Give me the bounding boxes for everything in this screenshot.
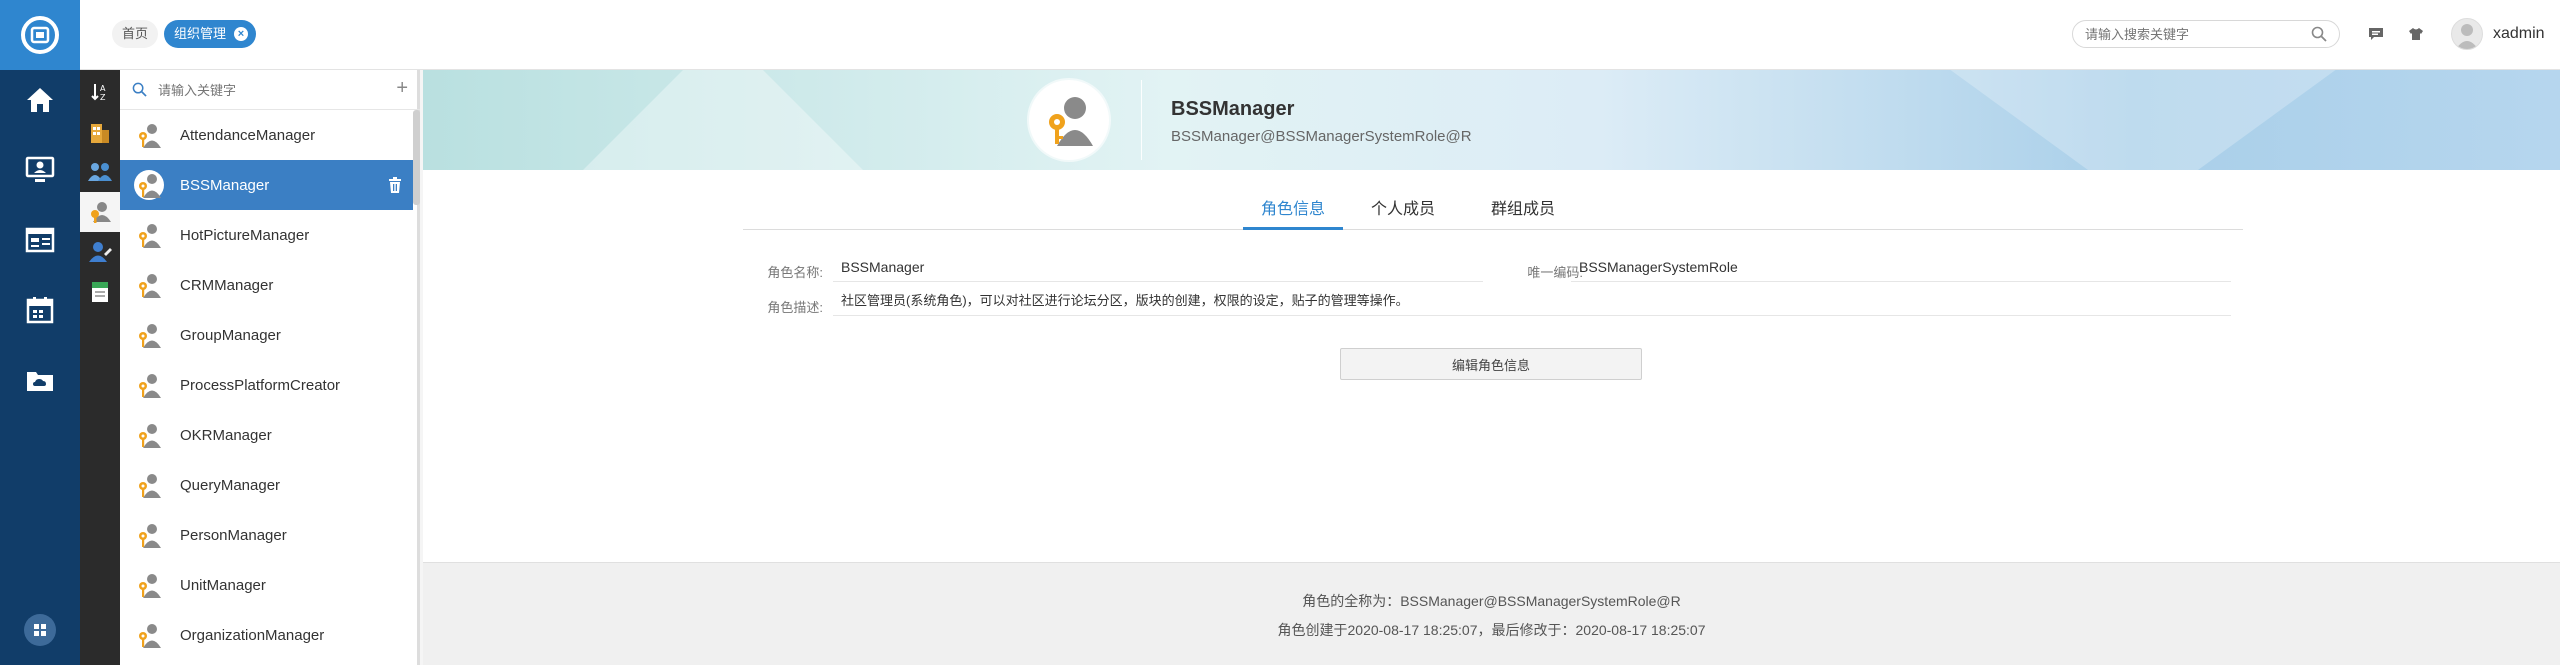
group-icon[interactable]: [80, 152, 120, 192]
list-scrollbar[interactable]: [413, 110, 420, 205]
list-item[interactable]: GroupManager: [120, 310, 413, 360]
tab-person-members[interactable]: 个人成员: [1353, 198, 1453, 230]
role-desc-label: 角色描述:: [767, 300, 823, 315]
detail-tabs: 角色信息 个人成员 群组成员: [743, 198, 2243, 230]
app-root: AZ 首页 组织管理 × 请输入搜索关键字 xadmin 请输入关键字 + At…: [0, 0, 2560, 665]
document-icon[interactable]: [80, 272, 120, 312]
list-item-label: UnitManager: [180, 576, 266, 594]
role-icon: [1049, 97, 1093, 146]
role-name-label: 角色名称:: [767, 265, 823, 280]
role-desc-value: 社区管理员(系统角色)，可以对社区进行论坛分区，版块的创建，权限的设定，贴子的管…: [833, 290, 2231, 316]
person-edit-icon[interactable]: [80, 232, 120, 272]
global-search-input[interactable]: [2085, 21, 2305, 47]
role-icon: [134, 320, 164, 350]
list-item[interactable]: BSSManager: [120, 160, 413, 210]
list-item-label: CRMManager: [180, 276, 274, 294]
role-banner: BSSManager BSSManager@BSSManagerSystemRo…: [423, 70, 2560, 170]
board-icon[interactable]: [0, 210, 80, 270]
role-icon: [134, 220, 164, 250]
list-item[interactable]: HotPictureManager: [120, 210, 413, 260]
role-distinguished-name: BSSManager@BSSManagerSystemRole@R: [1171, 128, 1472, 145]
global-search: [2072, 20, 2340, 48]
role-code-value: BSSManagerSystemRole: [1571, 256, 2231, 282]
search-icon[interactable]: [2311, 26, 2327, 47]
role-name-value: BSSManager: [833, 256, 1483, 282]
delete-icon[interactable]: [387, 176, 403, 199]
tab-org-management[interactable]: 组织管理 ×: [164, 20, 257, 48]
list-item-label: OrganizationManager: [180, 626, 325, 644]
list-item-label: OKRManager: [180, 426, 272, 444]
list-item-label: QueryManager: [180, 476, 281, 494]
theme-shirt-icon[interactable]: [2406, 24, 2426, 44]
role-icon: [134, 570, 164, 600]
role-list-panel: + AttendanceManager BSSManager HotPictureM…: [120, 70, 420, 665]
list-item[interactable]: CRMManager: [120, 260, 413, 310]
list-item-label: GroupManager: [180, 326, 281, 344]
role-search: +: [120, 70, 420, 110]
tab-role-info[interactable]: 角色信息: [1243, 198, 1343, 230]
role-icon: [134, 120, 164, 150]
main-nav-rail: [0, 0, 80, 665]
org-sub-nav: AZ: [80, 70, 120, 665]
footer-timestamps: 角色创建于2020-08-17 18:25:07，最后修改于：2020-08-1…: [1277, 622, 1706, 638]
role-avatar: [1029, 80, 1109, 160]
home-icon[interactable]: [0, 70, 80, 130]
list-item[interactable]: AttendanceManager: [120, 110, 413, 160]
close-tab-icon[interactable]: ×: [234, 27, 249, 41]
building-icon[interactable]: [80, 112, 120, 152]
cloud-folder-icon[interactable]: [0, 350, 80, 410]
list-item-label: PersonManager: [180, 526, 287, 544]
sort-icon[interactable]: AZ: [80, 72, 120, 112]
calendar-icon[interactable]: [0, 280, 80, 340]
role-icon[interactable]: [80, 192, 120, 232]
role-footer: 角色的全称为：BSSManager@BSSManagerSystemRole@R…: [423, 562, 2560, 665]
list-item-label: ProcessPlatformCreator: [180, 376, 341, 394]
role-icon: [134, 520, 164, 550]
list-item[interactable]: QueryManager: [120, 460, 413, 510]
role-name-title: BSSManager: [1171, 98, 1295, 120]
app-logo[interactable]: [0, 0, 80, 70]
monitor-user-icon[interactable]: [0, 140, 80, 200]
svg-text:A: A: [100, 84, 106, 93]
tab-org-management-label: 组织管理: [174, 26, 227, 41]
apps-grid-button[interactable]: [24, 614, 56, 646]
avatar: [2451, 18, 2483, 50]
role-icon: [134, 620, 164, 650]
edit-role-button[interactable]: 编辑角色信息: [1340, 348, 1642, 380]
footer-full-name: 角色的全称为：BSSManager@BSSManagerSystemRole@R: [1302, 593, 1681, 609]
tab-home[interactable]: 首页: [112, 20, 159, 48]
role-icon: [134, 170, 164, 200]
svg-text:Z: Z: [100, 93, 106, 102]
role-detail: BSSManager BSSManager@BSSManagerSystemRo…: [423, 70, 2560, 665]
list-item[interactable]: ProcessPlatformCreator: [120, 360, 413, 410]
message-icon[interactable]: [2366, 24, 2386, 44]
list-item[interactable]: OrganizationManager: [120, 610, 413, 660]
username: xadmin: [2493, 25, 2545, 42]
search-icon: [132, 82, 147, 102]
list-item-label: BSSManager: [180, 176, 270, 194]
role-icon: [134, 420, 164, 450]
logo-icon: [21, 16, 59, 54]
user-menu[interactable]: xadmin: [2451, 18, 2545, 50]
grid-icon: [34, 624, 46, 636]
list-item-label: AttendanceManager: [180, 126, 316, 144]
add-role-button[interactable]: +: [396, 78, 408, 98]
list-item[interactable]: UnitManager: [120, 560, 413, 610]
role-icon: [134, 370, 164, 400]
tab-group-members[interactable]: 群组成员: [1473, 198, 1573, 230]
role-icon: [134, 470, 164, 500]
top-bar: 首页 组织管理 × xadmin: [80, 0, 2560, 70]
role-icon: [134, 270, 164, 300]
list-item-label: HotPictureManager: [180, 226, 310, 244]
list-item[interactable]: PersonManager: [120, 510, 413, 560]
list-item[interactable]: OKRManager: [120, 410, 413, 460]
role-search-input[interactable]: [158, 78, 358, 102]
